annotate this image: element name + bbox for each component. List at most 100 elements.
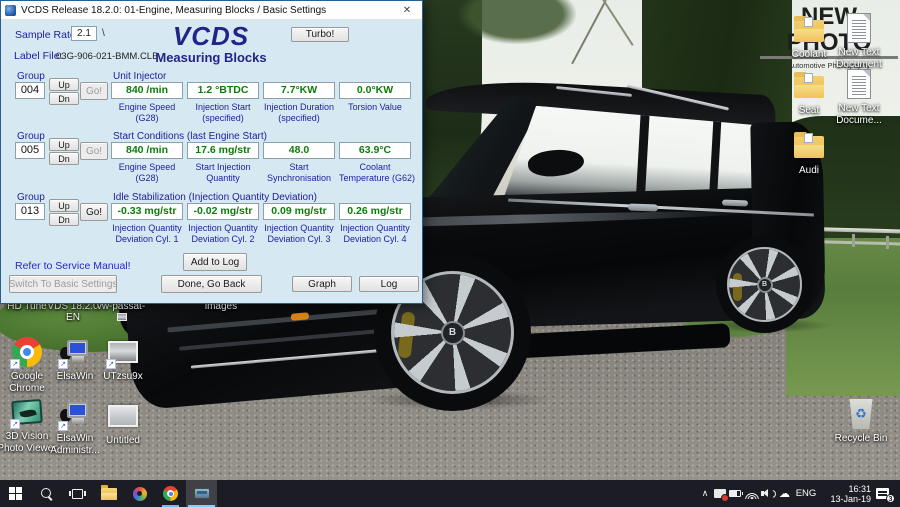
desktop-icon-audi[interactable]: Audi bbox=[779, 130, 839, 177]
file-explorer-button[interactable] bbox=[93, 480, 124, 507]
measurement-cell: 63.9°C Coolant Temperature (G62) bbox=[339, 142, 411, 183]
group-number-input[interactable]: 004 bbox=[15, 82, 45, 99]
measurement-value: 1.2 °BTDC bbox=[187, 82, 259, 99]
go-button[interactable]: Go! bbox=[80, 142, 108, 160]
language-indicator[interactable]: ENG bbox=[793, 488, 819, 499]
measurement-value: -0.33 mg/str bbox=[111, 203, 183, 220]
image-thumbnail-icon bbox=[107, 400, 139, 432]
measurement-value: 840 /min bbox=[111, 82, 183, 99]
taskbar-clock[interactable]: 16:31 13-Jan-19 bbox=[819, 484, 873, 504]
computer-monitor-icon: ↗ bbox=[59, 398, 91, 430]
desktop-icon-new-text-docume[interactable]: New Text Docume... bbox=[829, 68, 889, 127]
log-button[interactable]: Log bbox=[359, 276, 419, 292]
car-door-handle bbox=[628, 203, 658, 211]
action-center-button[interactable]: 3 bbox=[873, 480, 895, 507]
notification-badge: 3 bbox=[886, 494, 895, 503]
date: 13-Jan-19 bbox=[830, 494, 871, 504]
go-button[interactable]: Go! bbox=[80, 82, 108, 100]
measurement-value: 48.0 bbox=[263, 142, 335, 159]
group-header: Unit Injector bbox=[113, 71, 166, 82]
vcds-icon bbox=[194, 488, 210, 499]
measurement-cell: 48.0 Start Synchronisation bbox=[263, 142, 335, 183]
vcds-app-icon bbox=[5, 5, 16, 16]
folder-icon bbox=[793, 14, 825, 46]
measurement-value: -0.02 mg/str bbox=[187, 203, 259, 220]
wheel-center-cap: B bbox=[757, 277, 773, 293]
wheel-center-cap: B bbox=[441, 321, 465, 345]
group-up-button[interactable]: Up bbox=[49, 138, 79, 151]
taskbar-search-button[interactable] bbox=[31, 480, 62, 507]
volume-icon[interactable] bbox=[760, 480, 776, 507]
group-down-button[interactable]: Dn bbox=[49, 152, 79, 165]
measurement-cell: -0.02 mg/str Injection Quantity Deviatio… bbox=[187, 203, 259, 244]
close-button[interactable]: ✕ bbox=[392, 1, 422, 20]
group-down-button[interactable]: Dn bbox=[49, 92, 79, 105]
foliage-clump bbox=[458, 0, 576, 44]
group-number-input[interactable]: 013 bbox=[15, 203, 45, 220]
screen: B B NEW PHOTO Automotive Photography Coo… bbox=[0, 0, 900, 507]
vcds-window: VCDS Release 18.2.0: 01-Engine, Measurin… bbox=[0, 0, 423, 304]
measurement-value: 17.6 mg/str bbox=[187, 142, 259, 159]
group-header: Start Conditions (last Engine Start) bbox=[113, 131, 267, 142]
turbo-button[interactable]: Turbo! bbox=[291, 27, 349, 42]
desktop-icon-utzsu9x[interactable]: ↗ UTzsu9x bbox=[93, 336, 153, 383]
group-down-button[interactable]: Dn bbox=[49, 213, 79, 226]
chrome-icon bbox=[163, 486, 178, 501]
title-bar[interactable]: VCDS Release 18.2.0: 01-Engine, Measurin… bbox=[1, 1, 422, 20]
sample-rate-label: Sample Rate: bbox=[15, 29, 79, 41]
tray-overflow-chevron[interactable]: ∧ bbox=[697, 488, 713, 499]
desktop-icon-untitled[interactable]: Untitled bbox=[93, 400, 153, 447]
desktop-icon-vw-passat[interactable]: vw-passat- bbox=[92, 301, 150, 323]
battery-icon[interactable] bbox=[728, 480, 744, 507]
start-button[interactable] bbox=[0, 480, 31, 507]
recycle-bin-icon: ♻ bbox=[845, 398, 877, 430]
search-icon bbox=[41, 488, 53, 500]
desktop-icon-new-text-document[interactable]: New Text Document bbox=[829, 12, 889, 71]
group-number-input[interactable]: 005 bbox=[15, 142, 45, 159]
measurement-value: 840 /min bbox=[111, 142, 183, 159]
window-client-area: Sample Rate: 2.1 \ Label File: 03G-906-0… bbox=[1, 20, 422, 303]
group-up-button[interactable]: Up bbox=[49, 199, 79, 212]
image-thumbnail-icon bbox=[117, 313, 127, 321]
shortcut-arrow-icon: ↗ bbox=[106, 359, 116, 369]
vcds-taskbar-button[interactable] bbox=[186, 480, 217, 507]
shortcut-arrow-icon: ↗ bbox=[10, 419, 20, 429]
group-up-button[interactable]: Up bbox=[49, 78, 79, 91]
measurement-cell: 0.26 mg/str Injection Quantity Deviation… bbox=[339, 203, 411, 244]
shortcut-arrow-icon: ↗ bbox=[10, 359, 20, 369]
go-button[interactable]: Go! bbox=[80, 203, 108, 221]
paint-palette-icon bbox=[133, 487, 147, 501]
add-to-log-button[interactable]: Add to Log bbox=[183, 253, 247, 271]
security-alert-icon[interactable] bbox=[713, 480, 728, 507]
chrome-taskbar-button[interactable] bbox=[155, 480, 186, 507]
switch-to-basic-settings-button[interactable]: Switch To Basic Settings bbox=[9, 275, 117, 293]
desktop-icon-recycle-bin[interactable]: ♻ Recycle Bin bbox=[831, 398, 891, 445]
measuring-block-row-005: Group 005 Up Dn Go! Start Conditions (la… bbox=[1, 128, 424, 186]
graph-button[interactable]: Graph bbox=[292, 276, 352, 292]
fence-post bbox=[886, 236, 889, 249]
paint-button[interactable] bbox=[124, 480, 155, 507]
branch bbox=[571, 0, 607, 64]
wifi-icon[interactable] bbox=[744, 480, 760, 507]
vcds-logo: VCDS bbox=[141, 21, 281, 52]
folder-icon bbox=[101, 488, 117, 500]
computer-monitor-icon: ↗ bbox=[59, 336, 91, 368]
photo-viewer-icon: ↗ bbox=[11, 396, 43, 428]
vcds-logo-subtitle: Measuring Blocks bbox=[121, 50, 301, 65]
car-grille-strip bbox=[179, 327, 399, 350]
done-go-back-button[interactable]: Done, Go Back bbox=[161, 275, 262, 293]
measurement-value: 0.09 mg/str bbox=[263, 203, 335, 220]
measurement-cell: 17.6 mg/str Start Injection Quantity bbox=[187, 142, 259, 183]
group-caption: Group bbox=[17, 192, 45, 203]
measurement-value: 0.0°KW bbox=[339, 82, 411, 99]
measurement-value: 63.9°C bbox=[339, 142, 411, 159]
image-thumbnail-icon: ↗ bbox=[107, 336, 139, 368]
measuring-block-row-004: Group 004 Up Dn Go! Unit Injector 840 /m… bbox=[1, 68, 424, 126]
task-view-icon bbox=[72, 489, 83, 499]
group-caption: Group bbox=[17, 131, 45, 142]
measuring-block-row-013: Group 013 Up Dn Go! Idle Stabilization (… bbox=[1, 189, 424, 247]
text-file-icon bbox=[843, 12, 875, 44]
onedrive-cloud-icon[interactable]: ☁ bbox=[776, 487, 793, 500]
task-view-button[interactable] bbox=[62, 480, 93, 507]
measurement-cell: 0.0°KW Torsion Value bbox=[339, 82, 411, 123]
